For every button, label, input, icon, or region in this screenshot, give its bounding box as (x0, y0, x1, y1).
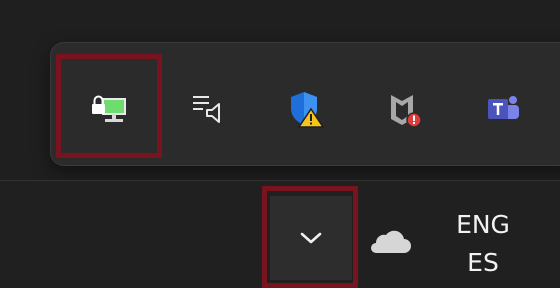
screen: ENG ES (0, 0, 560, 288)
windows-security-button[interactable] (285, 87, 329, 131)
speaker-playlist-icon (193, 96, 220, 123)
highlight-box-chevron (262, 186, 358, 288)
keyboard-layout-code: ES (467, 248, 499, 277)
teams-icon (488, 96, 519, 119)
highlight-box-network-icon (56, 54, 162, 158)
mcafee-alert-icon (391, 95, 422, 128)
audio-device-button[interactable] (185, 87, 229, 131)
teams-button[interactable] (481, 87, 525, 131)
windows-security-warning-icon (291, 92, 325, 128)
onedrive-cloud-icon (371, 230, 411, 253)
language-indicator[interactable]: ENG ES (448, 206, 518, 282)
mcafee-button[interactable] (383, 87, 427, 131)
onedrive-button[interactable] (366, 228, 412, 256)
language-code: ENG (456, 210, 510, 239)
